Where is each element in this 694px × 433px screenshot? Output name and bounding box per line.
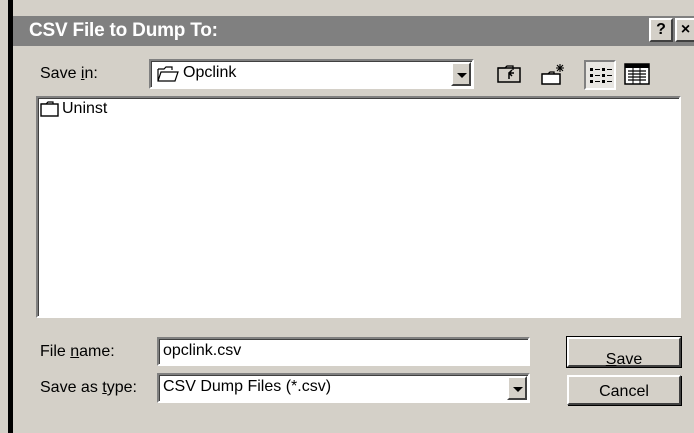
- list-item-name: Uninst: [62, 100, 108, 117]
- help-icon: ?: [656, 21, 666, 38]
- save-as-type-label-text: Save as: [40, 379, 103, 396]
- file-name-input[interactable]: opclink.csv: [157, 337, 530, 366]
- list-view-button[interactable]: [584, 60, 616, 90]
- details-view-button[interactable]: [621, 60, 653, 90]
- save-button-accel: S: [605, 351, 617, 368]
- save-as-type-label-text-end: ype:: [106, 379, 137, 396]
- up-one-level-icon: [497, 64, 521, 88]
- save-button[interactable]: Save: [566, 336, 682, 368]
- save-in-dropdown-button[interactable]: [451, 62, 471, 86]
- save-in-label-text-end: n:: [84, 65, 98, 82]
- folder-icon: [40, 101, 60, 121]
- list-view-icon: [589, 67, 613, 89]
- folder-open-icon: [157, 66, 179, 86]
- window-edge: [8, 0, 13, 433]
- close-icon: ×: [680, 21, 691, 38]
- up-one-level-button[interactable]: [494, 60, 526, 90]
- close-button[interactable]: ×: [675, 18, 694, 42]
- cancel-button[interactable]: Cancel: [567, 375, 681, 405]
- save-in-combobox[interactable]: Opclink: [149, 59, 474, 89]
- create-new-folder-button[interactable]: [537, 60, 569, 90]
- dialog-title: CSV File to Dump To:: [29, 20, 218, 41]
- file-name-label: File name:: [40, 343, 115, 361]
- save-in-label-text: Save: [40, 65, 81, 82]
- new-folder-icon: [540, 62, 566, 90]
- save-in-label: Save in:: [40, 65, 98, 83]
- file-name-value: opclink.csv: [163, 342, 242, 359]
- file-name-label-text: File: [40, 343, 71, 360]
- save-as-type-dropdown-button[interactable]: [507, 376, 527, 400]
- save-as-type-combobox[interactable]: CSV Dump Files (*.csv): [157, 373, 530, 403]
- save-button-text: ave: [616, 351, 643, 368]
- file-name-label-accel: n: [70, 343, 80, 360]
- save-as-type-label: Save as type:: [40, 379, 137, 397]
- help-button[interactable]: ?: [649, 18, 673, 42]
- save-button-label: Save: [606, 345, 642, 368]
- save-as-type-value: CSV Dump Files (*.csv): [163, 378, 332, 395]
- save-in-value: Opclink: [183, 64, 237, 81]
- title-bar[interactable]: CSV File to Dump To: ? ×: [13, 16, 694, 46]
- cancel-button-label: Cancel: [599, 383, 649, 400]
- file-name-label-text-end: ame:: [79, 343, 115, 360]
- file-list[interactable]: Uninst: [36, 96, 681, 318]
- details-view-icon: [624, 63, 650, 89]
- save-dialog: CSV File to Dump To: ? × Save in: Opclin…: [0, 0, 694, 433]
